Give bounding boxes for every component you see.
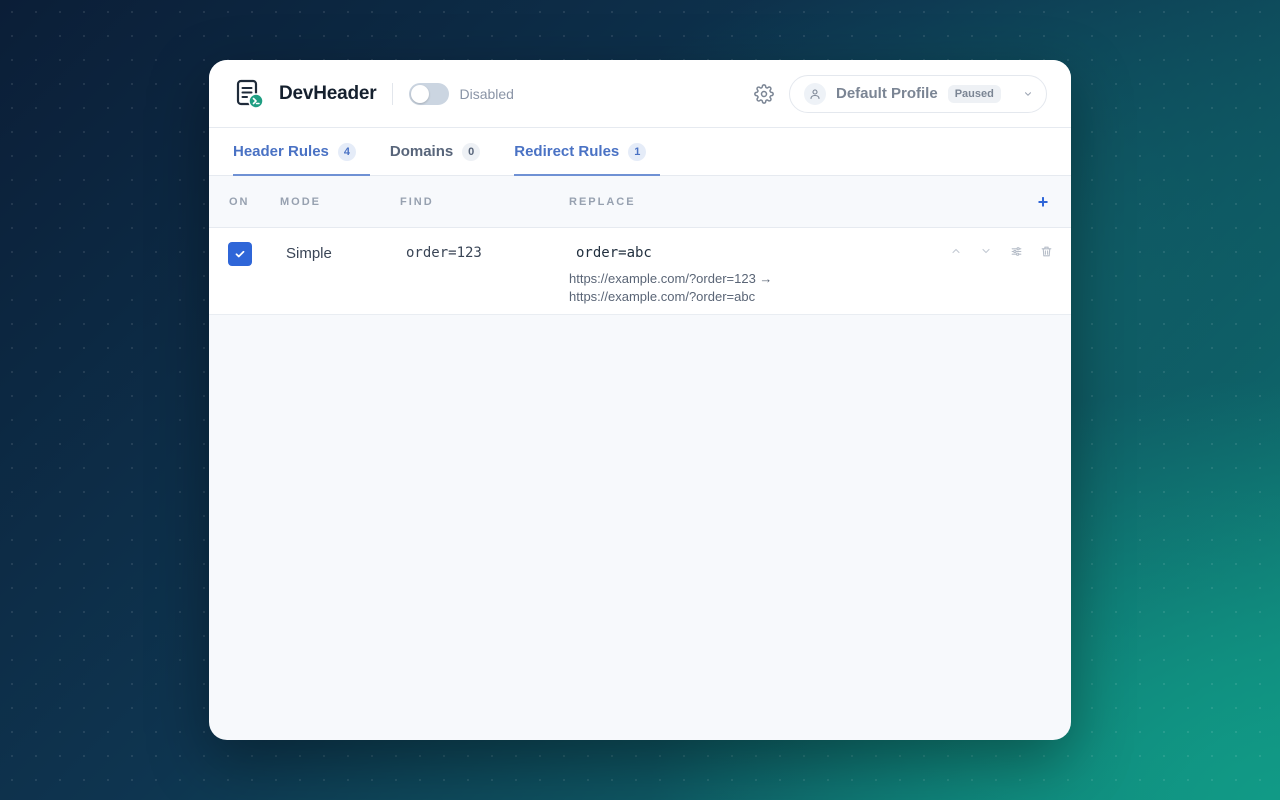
- tab-domains[interactable]: Domains 0: [390, 128, 488, 175]
- rule-replace-value[interactable]: order=abc: [576, 245, 652, 261]
- enable-toggle[interactable]: [409, 82, 450, 105]
- tab-label: Domains: [389, 143, 454, 160]
- column-header-on: ON: [229, 195, 250, 208]
- chevron-down-icon: [1022, 88, 1034, 100]
- toggle-knob: [411, 84, 430, 103]
- tab-redirect-rules[interactable]: Redirect Rules 1: [514, 128, 661, 176]
- redirect-preview: https://example.com/?order=123 → https:/…: [569, 270, 772, 306]
- tab-count: 4: [337, 142, 356, 161]
- profile-name: Default Profile: [836, 85, 938, 102]
- table-header: ON MODE FIND REPLACE +: [209, 176, 1071, 228]
- tab-bar: Header Rules 4 Domains 0 Redirect Rules …: [209, 128, 1071, 176]
- user-icon: [804, 82, 826, 105]
- row-actions: [947, 242, 1055, 260]
- tab-label: Header Rules: [233, 143, 329, 160]
- top-bar: DevHeader Disabled Default Profile Pause…: [209, 60, 1071, 128]
- check-icon: [235, 250, 245, 258]
- column-header-mode: MODE: [280, 195, 321, 208]
- app-name: DevHeader: [279, 82, 377, 104]
- profile-selector[interactable]: Default Profile Paused: [789, 74, 1047, 113]
- tab-count: 0: [462, 142, 481, 161]
- extension-window: DevHeader Disabled Default Profile Pause…: [209, 60, 1071, 740]
- preview-source-url: https://example.com/?order=123 →: [569, 271, 773, 286]
- tab-label: Redirect Rules: [514, 143, 620, 160]
- tab-header-rules[interactable]: Header Rules 4: [233, 128, 370, 176]
- toggle-label: Disabled: [459, 85, 514, 102]
- add-rule-button[interactable]: +: [1037, 193, 1051, 211]
- sliders-icon[interactable]: [1007, 242, 1025, 260]
- arrow-up-icon[interactable]: [947, 242, 965, 260]
- rule-mode[interactable]: Simple: [286, 245, 332, 262]
- arrow-down-icon[interactable]: [977, 242, 995, 260]
- status-badge: Paused: [947, 84, 1001, 103]
- header-divider: [392, 82, 394, 105]
- preview-target-url: https://example.com/?order=abc: [569, 289, 756, 304]
- trash-icon[interactable]: [1037, 242, 1055, 260]
- rule-enabled-checkbox[interactable]: [228, 242, 252, 266]
- rule-find-value[interactable]: order=123: [406, 245, 482, 261]
- table-row: Simple order=123 order=abc https://examp…: [209, 228, 1071, 315]
- tab-count: 1: [628, 142, 647, 161]
- column-header-find: FIND: [400, 195, 434, 208]
- column-header-replace: REPLACE: [569, 195, 636, 208]
- gear-icon[interactable]: [753, 83, 775, 105]
- document-terminal-icon: [235, 79, 265, 109]
